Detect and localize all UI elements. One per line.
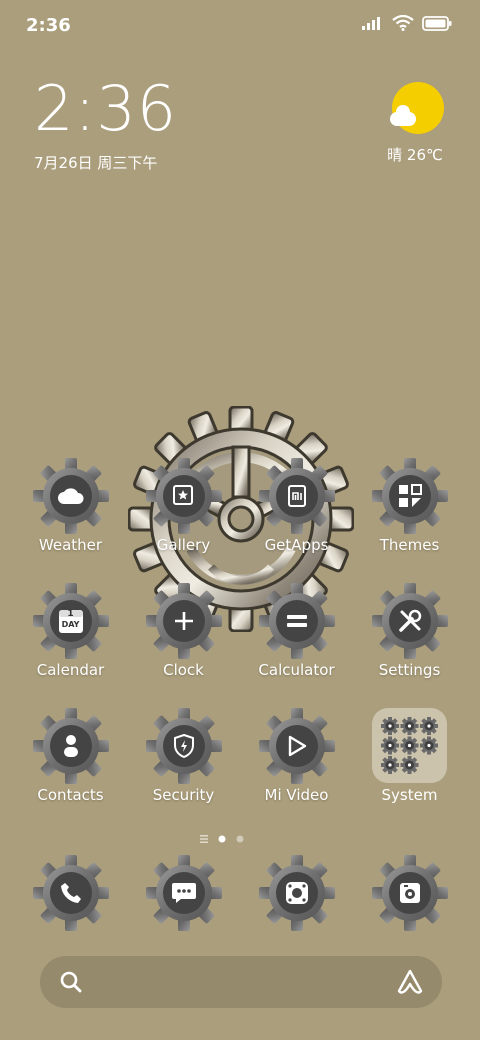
- status-icons: [362, 15, 452, 31]
- page-indicator[interactable]: [0, 830, 480, 843]
- app-clock[interactable]: Clock: [127, 583, 240, 679]
- shield-icon: [169, 731, 199, 761]
- folder-icon: [381, 717, 438, 774]
- clock-widget[interactable]: 2:36 7月26日 周三下午: [34, 78, 177, 173]
- app-label: Clock: [163, 661, 204, 679]
- app-settings[interactable]: Settings: [353, 583, 466, 679]
- dock-scanner[interactable]: [240, 855, 353, 931]
- cloud-icon: [56, 481, 86, 511]
- folder-system[interactable]: [372, 708, 447, 783]
- app-getapps[interactable]: GetApps: [240, 458, 353, 554]
- wifi-icon: [392, 15, 414, 31]
- widget-date: 7月26日 周三下午: [34, 154, 158, 172]
- status-bar: 2:36: [0, 0, 480, 50]
- folder-label: System: [381, 786, 438, 804]
- search-icon[interactable]: [60, 971, 82, 993]
- search-bar[interactable]: [40, 956, 442, 1008]
- dock-messages[interactable]: [127, 855, 240, 931]
- app-themes[interactable]: Themes: [353, 458, 466, 554]
- clock-icon: [169, 606, 199, 636]
- app-label: Calendar: [36, 661, 105, 679]
- app-mi-video[interactable]: Mi Video: [240, 708, 353, 804]
- calendar-sub: DAY: [61, 620, 80, 629]
- sun-cloud-icon: [390, 82, 444, 134]
- tools-icon: [395, 606, 425, 636]
- app-label: Contacts: [37, 786, 104, 804]
- page-dot: [236, 835, 244, 843]
- camera-icon: [395, 878, 425, 908]
- app-label: Mi Video: [264, 786, 329, 804]
- play-icon: [282, 731, 312, 761]
- app-gallery[interactable]: Gallery: [127, 458, 240, 554]
- dock-camera[interactable]: [353, 855, 466, 931]
- assistant-icon[interactable]: [396, 969, 424, 995]
- equals-icon: [282, 606, 312, 636]
- app-label: Calculator: [258, 661, 335, 679]
- battery-icon: [422, 15, 452, 31]
- calendar-icon: 1 DAY: [56, 606, 86, 636]
- app-label: Security: [152, 786, 215, 804]
- app-label: Gallery: [156, 536, 211, 554]
- status-time: 2:36: [26, 15, 71, 36]
- page-dot-active: [218, 835, 226, 843]
- weather-text: 晴 26℃: [387, 146, 443, 164]
- calendar-day: 1: [67, 609, 74, 619]
- app-calculator[interactable]: Calculator: [240, 583, 353, 679]
- scanner-icon: [282, 878, 312, 908]
- app-label: GetApps: [264, 536, 329, 554]
- signal-icon: [362, 17, 380, 30]
- weather-widget[interactable]: 晴 26℃: [386, 82, 444, 165]
- getapps-icon: [282, 481, 312, 511]
- list-pages-icon: [200, 835, 208, 843]
- message-icon: [169, 878, 199, 908]
- dock-phone[interactable]: [14, 855, 127, 931]
- app-label: Settings: [378, 661, 441, 679]
- widget-time: 2:36: [34, 72, 178, 145]
- app-security[interactable]: Security: [127, 708, 240, 804]
- phone-icon: [56, 878, 86, 908]
- app-weather[interactable]: Weather: [14, 458, 127, 554]
- gallery-icon: [169, 481, 199, 511]
- app-label: Themes: [379, 536, 440, 554]
- app-calendar[interactable]: 1 DAY Calendar: [14, 583, 127, 679]
- themes-icon: [395, 481, 425, 511]
- app-label: Weather: [38, 536, 103, 554]
- contacts-icon: [56, 731, 86, 761]
- app-contacts[interactable]: Contacts: [14, 708, 127, 804]
